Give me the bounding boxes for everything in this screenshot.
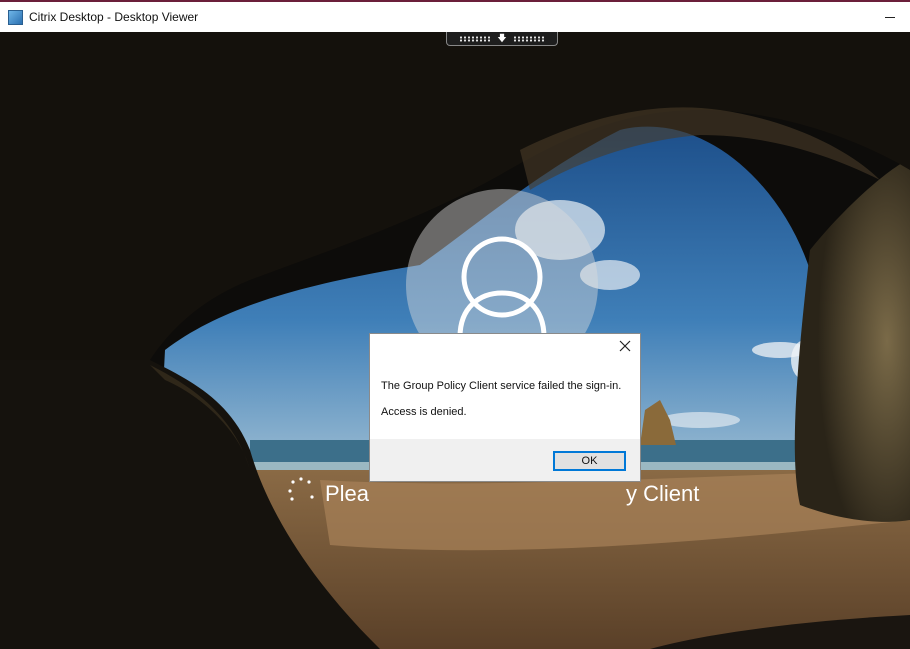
grip-dots-left (459, 35, 492, 42)
dialog-detail: Access is denied. (381, 406, 467, 418)
close-icon (619, 340, 631, 352)
minimize-button[interactable] (870, 2, 910, 32)
grip-dots-right (512, 35, 545, 42)
dialog-close-button[interactable] (614, 336, 636, 356)
minimize-icon (885, 16, 895, 18)
arrow-down-icon: 🡇 (497, 33, 507, 43)
loading-spinner-icon (288, 477, 314, 501)
status-text-right: y Client (626, 481, 700, 506)
dialog-footer: OK (370, 439, 640, 481)
ok-button[interactable]: OK (553, 451, 626, 471)
window-title: Citrix Desktop - Desktop Viewer (29, 10, 199, 24)
citrix-toolbar-handle[interactable]: 🡇 (446, 32, 558, 46)
error-dialog: The Group Policy Client service failed t… (369, 333, 641, 482)
status-text-left: Plea (325, 481, 370, 506)
citrix-app-icon (8, 9, 23, 25)
window-titlebar: Citrix Desktop - Desktop Viewer (0, 0, 910, 32)
dialog-message: The Group Policy Client service failed t… (381, 380, 622, 392)
